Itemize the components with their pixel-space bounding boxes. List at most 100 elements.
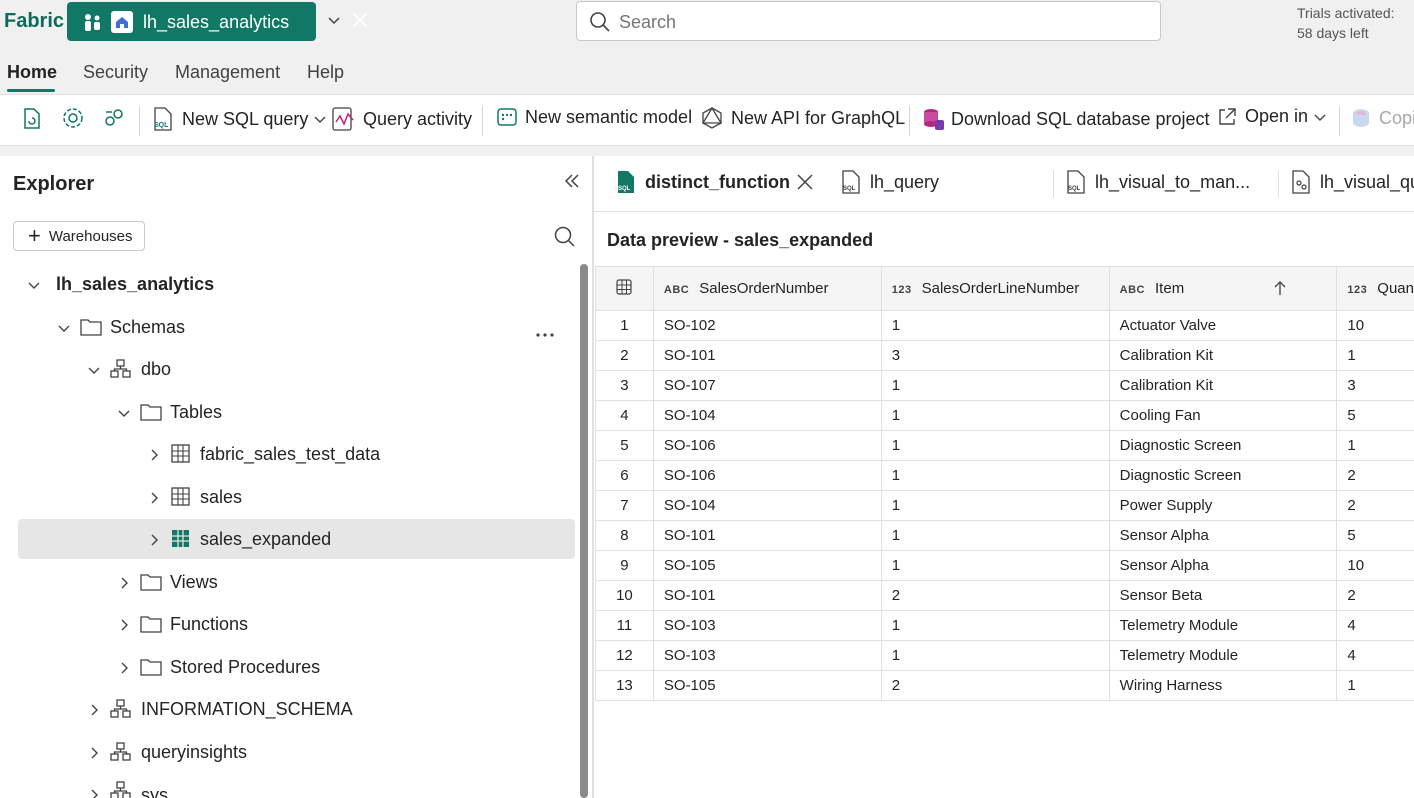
- tree-item-fabric-sales-test-data[interactable]: fabric_sales_test_data: [0, 435, 576, 475]
- item-cell[interactable]: Wiring Harness: [1109, 670, 1338, 701]
- quantity-cell[interactable]: 3: [1336, 370, 1414, 401]
- tab-lh-query[interactable]: SQL lh_query: [841, 170, 939, 194]
- item-cell[interactable]: Power Supply: [1109, 490, 1338, 521]
- chevron-right-icon[interactable]: [116, 660, 132, 681]
- quantity-cell[interactable]: 2: [1336, 460, 1414, 491]
- tree-item-dbo[interactable]: dbo: [0, 350, 576, 390]
- sales-order-number-cell[interactable]: SO-106: [653, 430, 882, 461]
- row-number-cell[interactable]: 4: [595, 400, 654, 431]
- item-cell[interactable]: Sensor Beta: [1109, 580, 1338, 611]
- select-all-header[interactable]: [595, 266, 654, 311]
- quantity-cell[interactable]: 1: [1336, 670, 1414, 701]
- item-cell[interactable]: Sensor Alpha: [1109, 550, 1338, 581]
- table-row[interactable]: 1 SO-102 1 Actuator Valve 10: [595, 310, 1414, 341]
- table-row[interactable]: 3 SO-107 1 Calibration Kit 3: [595, 370, 1414, 401]
- item-cell[interactable]: Telemetry Module: [1109, 640, 1338, 671]
- tree-item-views[interactable]: Views: [0, 563, 576, 603]
- item-cell[interactable]: Cooling Fan: [1109, 400, 1338, 431]
- connect-button[interactable]: [102, 106, 126, 130]
- workspace-pill[interactable]: lh_sales_analytics: [67, 2, 368, 41]
- row-number-cell[interactable]: 5: [595, 430, 654, 461]
- collapse-pane-icon[interactable]: [561, 170, 583, 197]
- tab-lh-visual-to-man[interactable]: SQL lh_visual_to_man...: [1066, 170, 1250, 194]
- tree-item-lakehouse[interactable]: lh_sales_analytics: [0, 265, 576, 305]
- sales-order-line-number-cell[interactable]: 1: [881, 640, 1110, 671]
- explorer-scrollbar[interactable]: [580, 264, 588, 798]
- chevron-right-icon[interactable]: [146, 447, 162, 468]
- quantity-cell[interactable]: 1: [1336, 430, 1414, 461]
- close-icon[interactable]: [795, 172, 815, 197]
- sales-order-number-cell[interactable]: SO-103: [653, 640, 882, 671]
- tree-item-sys[interactable]: sys: [0, 775, 576, 798]
- sales-order-number-cell[interactable]: SO-106: [653, 460, 882, 491]
- sales-order-line-number-cell[interactable]: 1: [881, 310, 1110, 341]
- chevron-down-icon[interactable]: [86, 362, 102, 383]
- sales-order-number-cell[interactable]: SO-104: [653, 490, 882, 521]
- copilot-button[interactable]: Copi: [1349, 106, 1414, 130]
- tab-help[interactable]: Help: [307, 62, 344, 83]
- sales-order-line-number-cell[interactable]: 1: [881, 610, 1110, 641]
- column-header-salesordernumber[interactable]: ABC SalesOrderNumber: [653, 266, 882, 311]
- row-number-cell[interactable]: 12: [595, 640, 654, 671]
- add-warehouses-button[interactable]: + Warehouses: [13, 221, 145, 251]
- table-row[interactable]: 4 SO-104 1 Cooling Fan 5: [595, 400, 1414, 431]
- sales-order-number-cell[interactable]: SO-105: [653, 670, 882, 701]
- sales-order-line-number-cell[interactable]: 2: [881, 670, 1110, 701]
- sales-order-line-number-cell[interactable]: 1: [881, 370, 1110, 401]
- row-number-cell[interactable]: 8: [595, 520, 654, 551]
- new-sql-query-button[interactable]: SQL New SQL query: [152, 106, 327, 132]
- table-row[interactable]: 11 SO-103 1 Telemetry Module 4: [595, 610, 1414, 641]
- sales-order-number-cell[interactable]: SO-102: [653, 310, 882, 341]
- new-api-graphql-button[interactable]: New API for GraphQL: [701, 106, 905, 130]
- sales-order-line-number-cell[interactable]: 1: [881, 490, 1110, 521]
- tree-item-sales-expanded[interactable]: sales_expanded: [18, 519, 575, 559]
- table-row[interactable]: 9 SO-105 1 Sensor Alpha 10: [595, 550, 1414, 581]
- sort-ascending-icon[interactable]: [1273, 280, 1287, 300]
- brand-logo[interactable]: Fabric: [4, 10, 64, 33]
- tree-item-schemas[interactable]: Schemas: [0, 308, 576, 348]
- table-row[interactable]: 5 SO-106 1 Diagnostic Screen 1: [595, 430, 1414, 461]
- item-cell[interactable]: Calibration Kit: [1109, 340, 1338, 371]
- tab-management[interactable]: Management: [175, 62, 280, 83]
- sales-order-number-cell[interactable]: SO-107: [653, 370, 882, 401]
- table-row[interactable]: 6 SO-106 1 Diagnostic Screen 2: [595, 460, 1414, 491]
- tree-item-stored-procedures[interactable]: Stored Procedures: [0, 648, 576, 688]
- quantity-cell[interactable]: 2: [1336, 580, 1414, 611]
- table-row[interactable]: 7 SO-104 1 Power Supply 2: [595, 490, 1414, 521]
- sales-order-line-number-cell[interactable]: 1: [881, 460, 1110, 491]
- column-header-quantity[interactable]: 123 Quan: [1336, 266, 1414, 311]
- trial-status[interactable]: Trials activated: 58 days left: [1297, 3, 1395, 43]
- table-row[interactable]: 8 SO-101 1 Sensor Alpha 5: [595, 520, 1414, 551]
- sales-order-line-number-cell[interactable]: 3: [881, 340, 1110, 371]
- chevron-right-icon[interactable]: [86, 787, 102, 798]
- column-header-salesorderlinenumber[interactable]: 123 SalesOrderLineNumber: [881, 266, 1110, 311]
- chevron-down-icon[interactable]: [26, 277, 42, 298]
- sales-order-number-cell[interactable]: SO-103: [653, 610, 882, 641]
- item-cell[interactable]: Actuator Valve: [1109, 310, 1338, 341]
- chevron-down-icon[interactable]: [116, 405, 132, 426]
- chevron-down-icon[interactable]: [56, 320, 72, 341]
- chevron-right-icon[interactable]: [146, 490, 162, 511]
- row-number-cell[interactable]: 1: [595, 310, 654, 341]
- chevron-down-icon[interactable]: [326, 12, 342, 33]
- sales-order-number-cell[interactable]: SO-104: [653, 400, 882, 431]
- tree-item-queryinsights[interactable]: queryinsights: [0, 733, 576, 773]
- search-icon[interactable]: [553, 225, 577, 254]
- new-semantic-model-button[interactable]: New semantic model: [496, 106, 692, 128]
- row-number-cell[interactable]: 6: [595, 460, 654, 491]
- close-icon[interactable]: [350, 10, 370, 36]
- sales-order-line-number-cell[interactable]: 2: [881, 580, 1110, 611]
- row-number-cell[interactable]: 2: [595, 340, 654, 371]
- quantity-cell[interactable]: 1: [1336, 340, 1414, 371]
- sales-order-number-cell[interactable]: SO-101: [653, 520, 882, 551]
- quantity-cell[interactable]: 10: [1336, 310, 1414, 341]
- refresh-button[interactable]: [20, 106, 44, 132]
- quantity-cell[interactable]: 4: [1336, 610, 1414, 641]
- chevron-right-icon[interactable]: [86, 702, 102, 723]
- tree-item-sales[interactable]: sales: [0, 478, 576, 518]
- item-cell[interactable]: Telemetry Module: [1109, 610, 1338, 641]
- sales-order-line-number-cell[interactable]: 1: [881, 400, 1110, 431]
- quantity-cell[interactable]: 5: [1336, 400, 1414, 431]
- row-number-cell[interactable]: 9: [595, 550, 654, 581]
- row-number-cell[interactable]: 13: [595, 670, 654, 701]
